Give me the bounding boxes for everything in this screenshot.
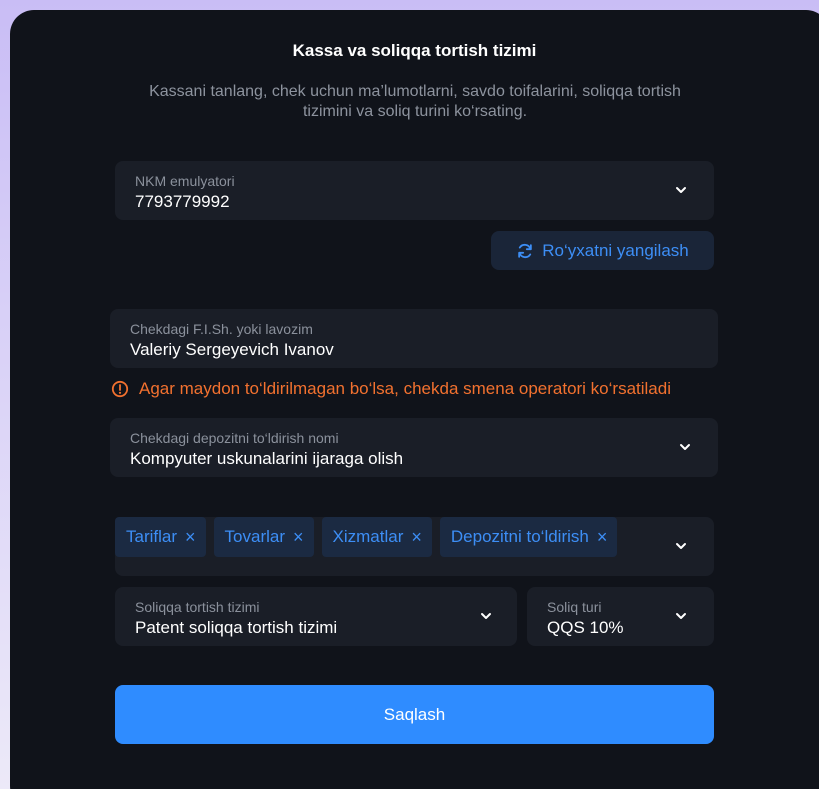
page-subtitle: Kassani tanlang, chek uchun ma’lumotlarn…	[149, 83, 681, 120]
tag-tariflar: Tariflar ×	[115, 517, 206, 557]
chevron-down-icon	[674, 539, 688, 553]
cash-register-label: NKM emulyatori	[135, 173, 235, 189]
tax-type-label: Soliq turi	[547, 599, 602, 615]
refresh-icon	[516, 242, 534, 260]
chevron-down-icon	[674, 183, 688, 197]
warning-icon	[111, 380, 129, 398]
cashier-name-value: Valeriy Sergeyevich Ivanov	[130, 340, 334, 359]
tax-system-label: Soliqqa tortish tizimi	[135, 599, 260, 615]
page-title: Kassa va soliqqa tortish tizimi	[292, 41, 537, 60]
tag-depozitni-toldirish: Depozitni to‘ldirish ×	[439, 517, 618, 557]
refresh-list-button[interactable]: Ro‘yxatni yangilash	[491, 231, 714, 270]
cashier-name-field[interactable]: Chekdagi F.I.Sh. yoki lavozim Valeriy Se…	[110, 309, 718, 368]
categories-multiselect[interactable]: Tariflar × Tovarlar × Xizmatlar × Depozi…	[115, 517, 714, 576]
close-icon[interactable]: ×	[411, 528, 422, 546]
tag-tovarlar: Tovarlar ×	[213, 517, 314, 557]
cashier-name-label: Chekdagi F.I.Sh. yoki lavozim	[130, 321, 313, 337]
chevron-down-icon	[674, 609, 688, 623]
chevron-down-icon	[479, 609, 493, 623]
close-icon[interactable]: ×	[185, 528, 196, 546]
tax-system-select[interactable]: Soliqqa tortish tizimi Patent soliqqa to…	[115, 587, 517, 646]
tax-type-value: QQS 10%	[547, 618, 624, 637]
cash-register-select[interactable]: NKM emulyatori 7793779992	[115, 161, 714, 220]
warning-message: Agar maydon to‘ldirilmagan bo‘lsa, chekd…	[111, 378, 671, 400]
close-icon[interactable]: ×	[293, 528, 304, 546]
tax-system-value: Patent soliqqa tortish tizimi	[135, 618, 338, 637]
deposit-name-select[interactable]: Chekdagi depozitni to‘ldirish nomi Kompy…	[110, 418, 718, 477]
deposit-name-label: Chekdagi depozitni to‘ldirish nomi	[130, 430, 339, 446]
tag-label: Tariflar	[126, 527, 178, 546]
cash-register-value: 7793779992	[135, 192, 230, 211]
tag-label: Tovarlar	[224, 527, 285, 546]
chevron-down-icon	[678, 440, 692, 454]
tag-label: Xizmatlar	[332, 527, 404, 546]
warning-text: Agar maydon to‘ldirilmagan bo‘lsa, chekd…	[139, 379, 671, 398]
tag-xizmatlar: Xizmatlar ×	[321, 517, 432, 557]
save-button-label: Saqlash	[383, 704, 446, 724]
save-button[interactable]: Saqlash	[115, 685, 714, 744]
refresh-list-label: Ro‘yxatni yangilash	[542, 240, 689, 260]
tag-list: Tariflar × Tovarlar × Xizmatlar × Depozi…	[115, 517, 641, 557]
deposit-name-value: Kompyuter uskunalarini ijaraga olish	[130, 449, 404, 468]
tag-label: Depozitni to‘ldirish	[450, 527, 589, 546]
tax-type-select[interactable]: Soliq turi QQS 10%	[527, 587, 714, 646]
close-icon[interactable]: ×	[597, 528, 608, 546]
